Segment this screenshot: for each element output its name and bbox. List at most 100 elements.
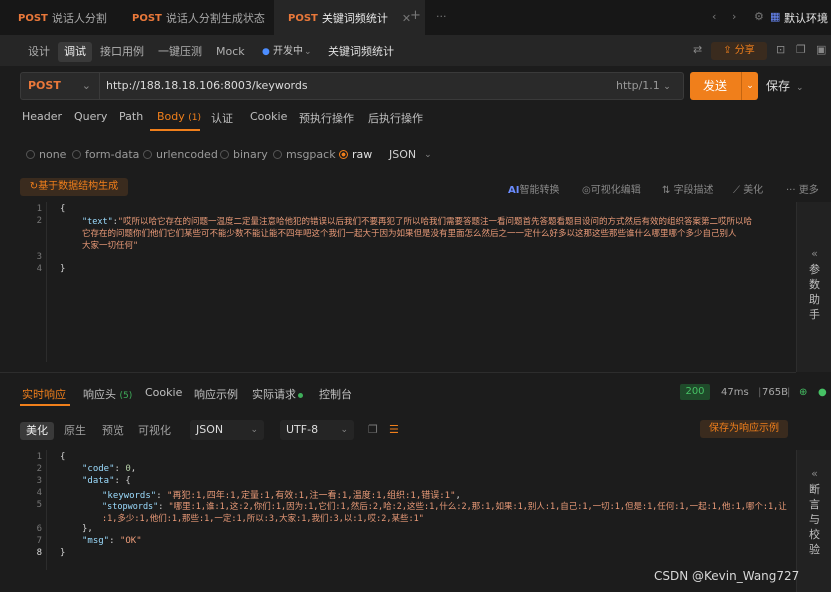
- tab-label: 关键词频统计: [321, 12, 388, 25]
- view-raw[interactable]: 原生: [58, 422, 92, 440]
- format-icon[interactable]: ⇄: [693, 43, 702, 56]
- lock-icon[interactable]: ⊡: [776, 43, 785, 56]
- request-tab-bar: POST 说话人分割 POST 说话人分割生成状态 POST 关键词频统计 ✕ …: [0, 0, 831, 36]
- line-number: 4: [36, 488, 42, 498]
- protocol-select[interactable]: http/1.1 ⌄: [616, 72, 671, 101]
- generate-from-schema-button[interactable]: ↻基于数据结构生成: [20, 178, 128, 196]
- view-pretty[interactable]: 美化: [20, 422, 54, 440]
- chevron-down-icon[interactable]: ⌄: [741, 72, 758, 100]
- code-line[interactable]: "data": {: [82, 476, 131, 486]
- seg-stress[interactable]: 一键压测: [152, 42, 208, 62]
- tab-response-headers[interactable]: 响应头 (5): [83, 386, 132, 402]
- share-button[interactable]: ⇪ 分享: [711, 42, 767, 60]
- line-number: 6: [36, 524, 42, 534]
- radio-urlencoded[interactable]: urlencoded: [143, 148, 218, 161]
- tab-method: POST: [132, 12, 162, 24]
- pane-divider[interactable]: [0, 372, 796, 373]
- tab-body[interactable]: Body (1): [157, 110, 201, 123]
- field-desc-button[interactable]: ⇅ 字段描述: [662, 181, 714, 196]
- copy-icon[interactable]: ❐: [796, 43, 806, 56]
- tab-response-cookie[interactable]: Cookie: [145, 386, 182, 399]
- request-tab-1[interactable]: POST 说话人分割: [4, 0, 121, 36]
- status-select[interactable]: 开发中: [273, 42, 303, 62]
- code-line: },: [82, 524, 93, 534]
- send-button[interactable]: 发送 ⌄: [690, 72, 758, 100]
- method-select[interactable]: POST ⌄: [20, 72, 100, 100]
- tab-cookie[interactable]: Cookie: [250, 110, 287, 123]
- copy-icon[interactable]: ❐: [368, 423, 378, 436]
- tab-actual-request[interactable]: 实际请求: [252, 386, 303, 402]
- raw-format-select[interactable]: JSON ⌄: [389, 148, 432, 161]
- chevron-left-icon[interactable]: ‹: [712, 10, 716, 23]
- delete-icon[interactable]: ▣: [816, 43, 826, 56]
- code-brace: }: [60, 548, 66, 558]
- tab-query[interactable]: Query: [74, 110, 107, 123]
- beautify-button[interactable]: ⟋ 美化: [733, 181, 763, 196]
- filter-icon[interactable]: ☰: [389, 423, 399, 436]
- chevron-right-icon[interactable]: ›: [732, 10, 736, 23]
- status-badge: 200: [680, 384, 710, 400]
- tab-post-script[interactable]: 后执行操作: [368, 110, 423, 126]
- ai-convert-button[interactable]: AI智能转换: [508, 181, 559, 196]
- code-brace: {: [60, 204, 66, 214]
- code-line[interactable]: "text":"哎所以哈它存在的问题一温度二定量注意哈他犯的错误以后我们不要再犯…: [82, 215, 752, 227]
- tab-label: 说话人分割: [51, 12, 107, 25]
- more-icon[interactable]: ···: [436, 10, 447, 23]
- tab-pre-script[interactable]: 预执行操作: [299, 110, 354, 126]
- tab-console[interactable]: 控制台: [319, 386, 352, 402]
- settings-icon[interactable]: ⚙: [754, 10, 764, 23]
- assertion-label: 断言与校验: [809, 483, 820, 556]
- code-line[interactable]: "code": 0,: [82, 464, 136, 474]
- status-dot-icon: ●: [262, 47, 270, 57]
- encoding-select[interactable]: UTF-8 ⌄: [280, 420, 354, 440]
- share-icon: ⇪: [723, 45, 735, 56]
- code-line[interactable]: 大家一切任何": [82, 239, 138, 251]
- active-tab-indicator: [150, 129, 200, 131]
- tab-path[interactable]: Path: [119, 110, 143, 123]
- request-tab-2[interactable]: POST 说话人分割生成状态: [118, 0, 279, 36]
- code-line[interactable]: 它存在的问题你们他们它们某些可不能少数不能让能不四年吧这个我们一起大于因为如果但…: [82, 227, 737, 239]
- line-number: 4: [36, 264, 42, 274]
- separator: |: [787, 387, 791, 398]
- tab-header[interactable]: Header: [22, 110, 62, 123]
- separator: |: [758, 387, 762, 398]
- network-icon[interactable]: ●: [818, 387, 827, 398]
- visual-edit-button[interactable]: ◎可视化编辑: [582, 181, 641, 196]
- line-number: 3: [36, 476, 42, 486]
- line-number: 5: [36, 500, 42, 510]
- code-line[interactable]: "stopwords": "哪里:1,谁:1,这:2,你们:1,因为:1,它们:…: [102, 500, 787, 512]
- tab-response-example[interactable]: 响应示例: [194, 386, 238, 402]
- chevron-down-icon: ⌄: [424, 149, 432, 160]
- radio-none[interactable]: none: [26, 148, 66, 161]
- seg-cases[interactable]: 接口用例: [94, 42, 150, 62]
- radio-form-data[interactable]: form-data: [72, 148, 139, 161]
- radio-raw[interactable]: raw: [339, 148, 372, 161]
- seg-design[interactable]: 设计: [22, 42, 56, 62]
- url-input[interactable]: http://188.18.18.106:8003/keywords: [106, 72, 308, 100]
- tab-realtime-response[interactable]: 实时响应: [22, 386, 66, 402]
- tab-auth[interactable]: 认证: [211, 110, 233, 126]
- params-assistant-label: 参数助手: [809, 263, 820, 321]
- format-select[interactable]: JSON ⌄: [190, 420, 264, 440]
- globe-icon[interactable]: ⊕: [799, 387, 807, 398]
- tab-method: POST: [18, 12, 48, 24]
- add-tab-icon[interactable]: +: [410, 8, 421, 23]
- view-preview[interactable]: 预览: [96, 422, 130, 440]
- request-tab-3[interactable]: POST 关键词频统计 ✕: [274, 0, 426, 36]
- code-line[interactable]: "msg": "OK": [82, 536, 142, 546]
- env-selector[interactable]: 默认环境: [784, 10, 828, 26]
- code-brace: }: [60, 264, 66, 274]
- seg-mock[interactable]: Mock: [210, 42, 251, 62]
- view-visual[interactable]: 可视化: [132, 422, 177, 440]
- save-as-example-button[interactable]: 保存为响应示例: [700, 420, 788, 438]
- assertion-panel[interactable]: « 断言与校验: [796, 450, 831, 592]
- active-tab-indicator: [20, 404, 70, 406]
- radio-binary[interactable]: binary: [220, 148, 268, 161]
- radio-msgpack[interactable]: msgpack: [273, 148, 336, 161]
- params-assistant-panel[interactable]: « 参数助手: [796, 202, 831, 372]
- save-button[interactable]: 保存 ⌄: [766, 72, 804, 100]
- more-button[interactable]: ··· 更多: [786, 181, 819, 196]
- code-line[interactable]: :1,多少:1,他们:1,那些:1,一定:1,所以:3,大家:1,我们:3,以:…: [102, 512, 424, 524]
- seg-debug[interactable]: 调试: [58, 42, 92, 62]
- chevron-down-icon: ⌄: [796, 83, 804, 93]
